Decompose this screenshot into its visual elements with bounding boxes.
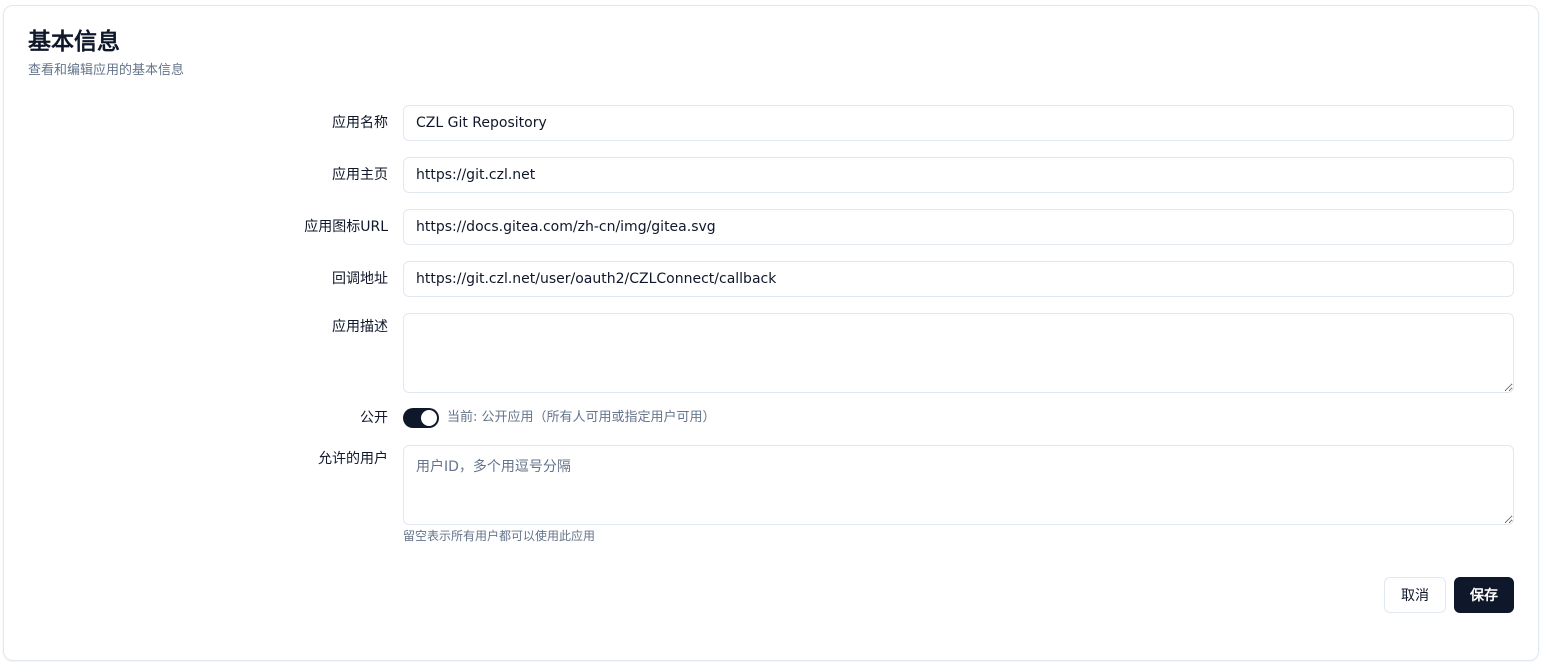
toggle-knob: [421, 410, 437, 426]
callback-url-input[interactable]: [403, 261, 1514, 297]
app-name-label: 应用名称: [332, 115, 388, 131]
homepage-input[interactable]: [403, 157, 1514, 193]
public-status-text: 当前: 公开应用（所有人可用或指定用户可用）: [447, 410, 716, 425]
allowed-users-hint: 留空表示所有用户都可以使用此应用: [403, 529, 596, 543]
icon-url-input[interactable]: [403, 209, 1514, 245]
card-subtitle: 查看和编辑应用的基本信息: [28, 63, 185, 78]
description-label: 应用描述: [332, 319, 388, 335]
app-name-input[interactable]: [403, 105, 1514, 141]
public-toggle[interactable]: [403, 408, 439, 428]
save-button[interactable]: 保存: [1454, 577, 1514, 613]
cancel-button[interactable]: 取消: [1384, 577, 1446, 613]
basic-info-card: 基本信息 查看和编辑应用的基本信息 应用名称 应用主页 应用图标URL 回调地址…: [3, 5, 1539, 661]
homepage-label: 应用主页: [332, 167, 388, 183]
public-label: 公开: [360, 410, 388, 426]
description-textarea[interactable]: [403, 313, 1514, 393]
card-title: 基本信息: [28, 29, 120, 55]
icon-url-label: 应用图标URL: [304, 219, 388, 235]
callback-url-label: 回调地址: [332, 271, 388, 287]
allowed-users-label: 允许的用户: [318, 451, 388, 467]
allowed-users-textarea[interactable]: [403, 445, 1514, 525]
